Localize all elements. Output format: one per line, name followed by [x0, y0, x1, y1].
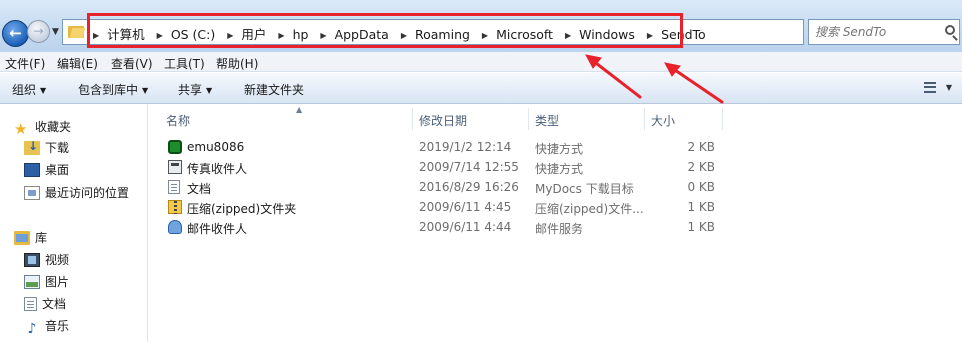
column-header-name-label: 名称 — [166, 114, 191, 128]
nav-item-label: 最近访问的位置 — [45, 186, 130, 200]
file-name: 传真收件人 — [187, 162, 248, 176]
menu-file[interactable]: 文件(F) — [5, 55, 45, 72]
file-date: 2019/1/2 12:14 — [419, 140, 512, 154]
column-header-type[interactable]: 类型 — [529, 108, 645, 130]
download-folder-icon — [24, 139, 40, 155]
nav-item-recent-places[interactable]: 最近访问的位置 — [24, 184, 129, 201]
nav-libraries-label: 库 — [35, 231, 48, 245]
nav-item-label: 文档 — [42, 297, 67, 311]
file-row-documents[interactable]: 文档 2016/8/29 16:26 MyDocs 下载目标 0 KB — [148, 177, 962, 197]
video-icon — [24, 253, 40, 267]
nav-item-label: 视频 — [45, 253, 70, 267]
forward-arrow-icon: → — [33, 24, 44, 38]
organize-label: 组织 — [12, 83, 37, 97]
menu-help[interactable]: 帮助(H) — [216, 55, 258, 72]
recent-pages-dropdown[interactable]: ▼ — [52, 27, 59, 37]
file-name: emu8086 — [187, 140, 245, 154]
document-icon — [168, 180, 180, 194]
document-icon — [24, 297, 37, 311]
organize-button[interactable]: 组织 ▼ — [12, 81, 46, 98]
file-row-zipped-folder[interactable]: 压缩(zipped)文件夹 2009/6/11 4:45 压缩(zipped)文… — [148, 197, 962, 217]
nav-item-label: 桌面 — [45, 163, 70, 177]
music-note-icon: ♪ — [27, 321, 37, 337]
menu-tools[interactable]: 工具(T) — [164, 55, 205, 72]
nav-item-label: 音乐 — [45, 319, 70, 333]
file-row-fax-recipient[interactable]: 传真收件人 2009/7/14 12:55 快捷方式 2 KB — [148, 157, 962, 177]
file-name: 压缩(zipped)文件夹 — [187, 202, 297, 216]
nav-libraries[interactable]: 库 — [14, 229, 47, 246]
file-row-emu8086[interactable]: emu8086 2019/1/2 12:14 快捷方式 2 KB — [148, 137, 962, 157]
command-bar: 组织 ▼ 包含到库中 ▼ 共享 ▼ 新建文件夹 ▼ — [0, 73, 962, 104]
file-name: 邮件收件人 — [187, 222, 248, 236]
new-folder-button[interactable]: 新建文件夹 — [244, 81, 304, 98]
search-icon[interactable] — [945, 25, 955, 35]
chevron-down-icon: ▼ — [206, 86, 213, 95]
navigation-pane: ★ 收藏夹 下载 桌面 最近访问的位置 库 视频 图片 文档 ♪ 音乐 — [0, 104, 148, 342]
mail-icon — [168, 220, 182, 234]
view-options-icon[interactable] — [924, 82, 936, 93]
file-type: MyDocs 下载目标 — [535, 182, 634, 196]
chevron-down-icon: ▼ — [40, 86, 47, 95]
file-type: 快捷方式 — [535, 162, 584, 176]
chevron-down-icon: ▼ — [142, 86, 149, 95]
address-highlight-annotation — [87, 13, 683, 48]
file-type: 快捷方式 — [535, 142, 584, 156]
file-date: 2009/6/11 4:44 — [419, 220, 512, 234]
picture-icon — [24, 275, 40, 289]
file-list: ▲ 名称 修改日期 类型 大小 emu8086 2019/1/2 12:14 快… — [148, 104, 962, 342]
sort-ascending-icon: ▲ — [296, 105, 303, 114]
back-button[interactable]: ← — [2, 20, 29, 47]
nav-item-desktop[interactable]: 桌面 — [24, 161, 69, 178]
star-icon: ★ — [14, 120, 28, 138]
nav-item-pictures[interactable]: 图片 — [24, 273, 69, 290]
back-arrow-icon: ← — [9, 24, 22, 42]
nav-item-label: 下载 — [45, 141, 70, 155]
file-type: 压缩(zipped)文件... — [535, 202, 644, 216]
fax-icon — [168, 160, 182, 174]
include-in-library-label: 包含到库中 — [78, 83, 139, 97]
zip-folder-icon — [168, 200, 182, 214]
menu-edit[interactable]: 编辑(E) — [57, 55, 98, 72]
file-date: 2009/6/11 4:45 — [419, 200, 512, 214]
file-size: 1 KB — [687, 200, 715, 214]
file-size: 1 KB — [687, 220, 715, 234]
search-box[interactable] — [808, 19, 960, 45]
column-header-name[interactable]: ▲ 名称 — [160, 105, 413, 130]
emu8086-icon — [168, 140, 182, 154]
file-date: 2016/8/29 16:26 — [419, 180, 519, 194]
nav-item-downloads[interactable]: 下载 — [24, 139, 69, 156]
nav-item-music[interactable]: ♪ 音乐 — [24, 317, 69, 336]
include-in-library-button[interactable]: 包含到库中 ▼ — [78, 81, 148, 98]
column-header-size[interactable]: 大小 — [645, 108, 723, 130]
file-size: 0 KB — [687, 180, 715, 194]
recent-places-icon — [24, 186, 40, 200]
file-size: 2 KB — [687, 140, 715, 154]
nav-item-videos[interactable]: 视频 — [24, 251, 69, 268]
search-input[interactable] — [815, 23, 945, 41]
column-header-date[interactable]: 修改日期 — [413, 108, 529, 130]
desktop-icon — [24, 163, 40, 177]
forward-button[interactable]: → — [27, 20, 50, 43]
nav-item-documents[interactable]: 文档 — [24, 295, 66, 312]
menu-view[interactable]: 查看(V) — [111, 55, 153, 72]
menu-bar: 文件(F) 编辑(E) 查看(V) 工具(T) 帮助(H) — [0, 52, 962, 72]
nav-favorites[interactable]: ★ 收藏夹 — [14, 118, 72, 138]
folder-icon — [68, 24, 86, 39]
nav-item-label: 图片 — [45, 275, 70, 289]
nav-favorites-label: 收藏夹 — [35, 120, 72, 134]
share-button[interactable]: 共享 ▼ — [178, 81, 212, 98]
file-date: 2009/7/14 12:55 — [419, 160, 519, 174]
view-options-dropdown[interactable]: ▼ — [946, 83, 952, 92]
file-name: 文档 — [187, 182, 212, 196]
file-size: 2 KB — [687, 160, 715, 174]
library-icon — [14, 231, 30, 245]
file-row-mail-recipient[interactable]: 邮件收件人 2009/6/11 4:44 邮件服务 1 KB — [148, 217, 962, 237]
file-type: 邮件服务 — [535, 222, 584, 236]
address-toolbar: ← → ▼ ▶ 计算机 ▶ OS (C:) ▶ 用户 ▶ hp ▶ AppData ▶ Ro… — [0, 0, 962, 52]
share-label: 共享 — [178, 83, 203, 97]
